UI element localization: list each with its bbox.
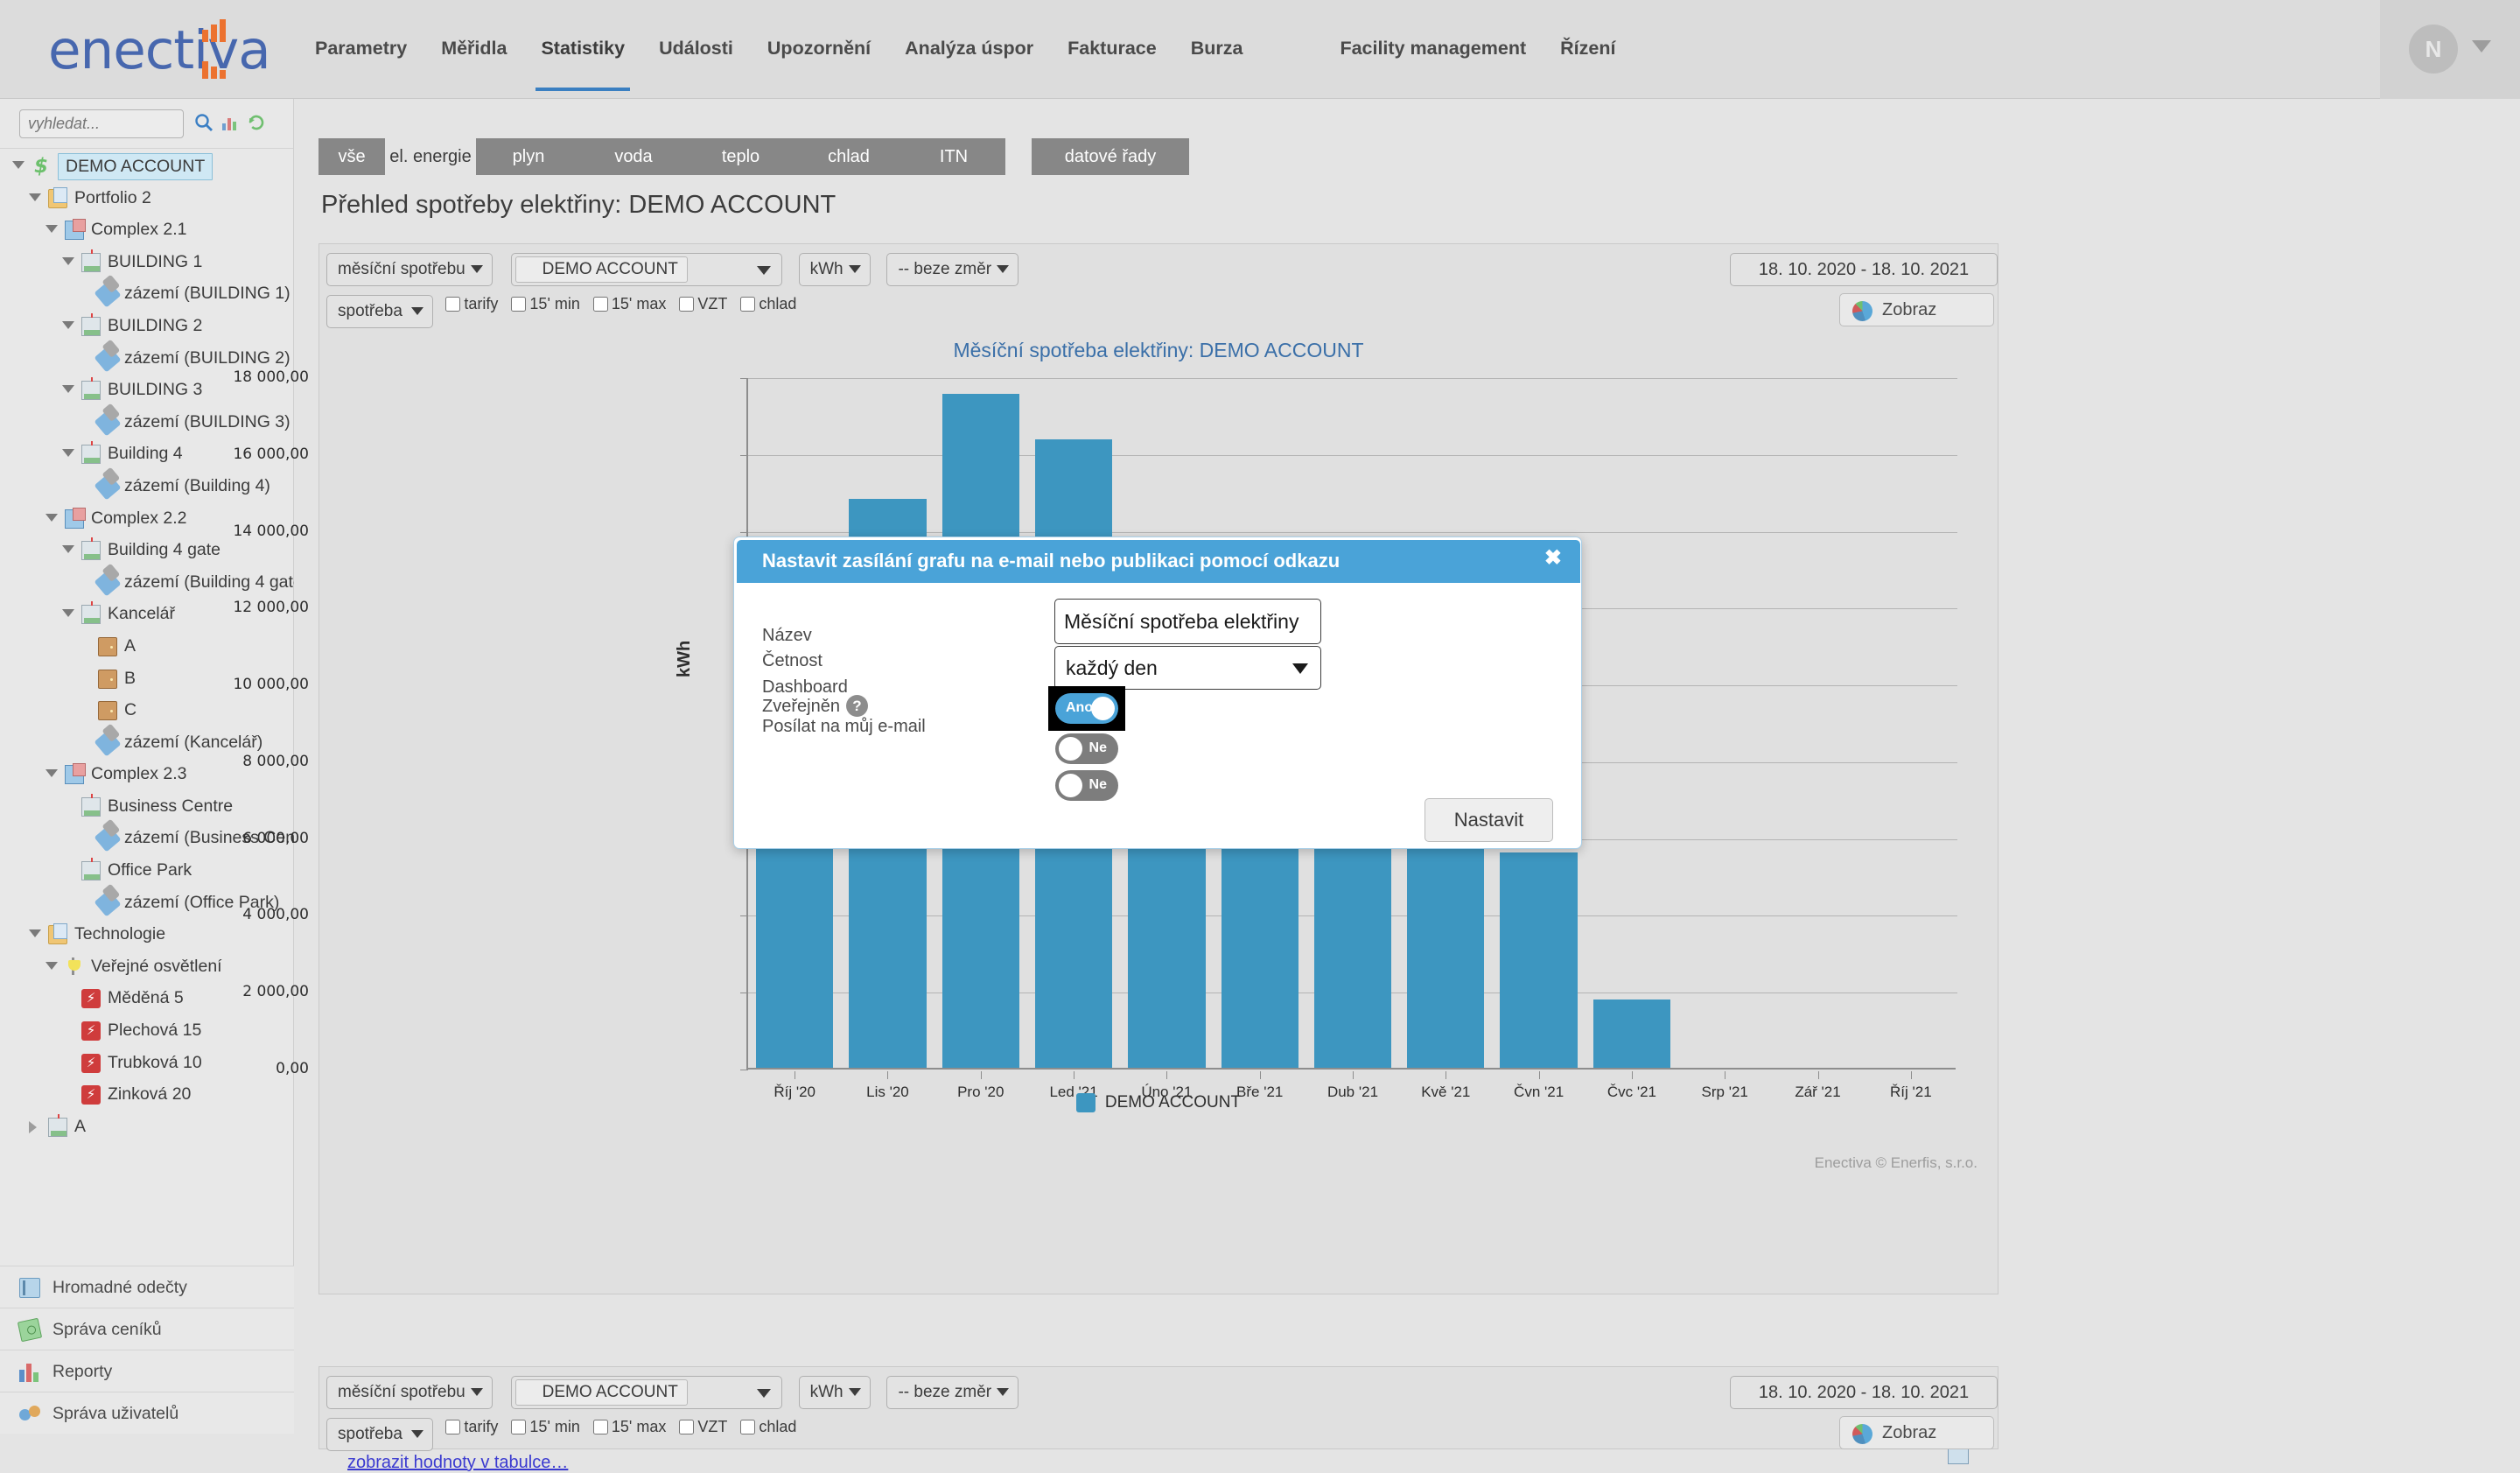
dialog-title: Nastavit zasílání grafu na e-mail nebo p… — [762, 550, 1340, 572]
zverejnen-label: Zveřejněn — [762, 697, 840, 717]
toggle-knob — [1059, 737, 1082, 761]
email-label: Posílat na můj e-mail — [762, 717, 926, 737]
dashboard-label: Dashboard — [762, 677, 848, 698]
help-icon[interactable]: ? — [846, 695, 868, 717]
nazev-label: Název — [762, 626, 812, 646]
nazev-input[interactable] — [1054, 599, 1321, 644]
show-table-link[interactable]: zobrazit hodnoty v tabulce… — [347, 1453, 568, 1473]
dashboard-toggle[interactable]: Ano — [1055, 693, 1118, 724]
toggle-knob — [1091, 697, 1115, 720]
email-toggle[interactable]: Ne — [1055, 770, 1118, 801]
chevron-down-icon — [1292, 663, 1308, 674]
toggle-knob — [1059, 774, 1082, 797]
close-icon[interactable]: ✖ — [1544, 548, 1562, 569]
zverejnen-toggle[interactable]: Ne — [1055, 733, 1118, 764]
submit-button[interactable]: Nastavit — [1424, 798, 1553, 842]
cetnost-value: každý den — [1066, 656, 1158, 679]
dashboard-toggle-label: Ano — [1066, 700, 1093, 716]
email-toggle-label: Ne — [1089, 777, 1107, 793]
modal-overlay: Nastavit zasílání grafu na e-mail nebo p… — [0, 0, 2520, 1434]
cetnost-label: Četnost — [762, 651, 822, 671]
cetnost-select[interactable]: každý den — [1054, 646, 1321, 690]
zverejnen-toggle-label: Ne — [1089, 740, 1107, 756]
